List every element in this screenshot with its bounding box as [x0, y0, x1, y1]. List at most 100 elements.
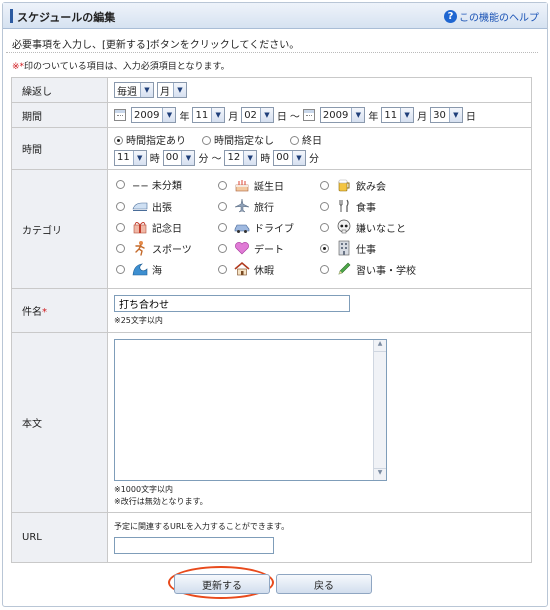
car-icon [234, 219, 250, 235]
chevron-down-icon: ▼ [259, 108, 273, 122]
category-option[interactable]: 食事 [320, 198, 376, 214]
end-month-value: 11 [384, 109, 398, 121]
category-option[interactable]: 仕事 [320, 240, 376, 256]
start-year-value: 2009 [134, 109, 160, 121]
beer-icon [336, 177, 352, 193]
start-day-select[interactable]: 02 ▼ [241, 107, 274, 123]
category-label: カテゴリ [11, 169, 108, 289]
chevron-down-icon: ▼ [291, 150, 305, 165]
start-minute-value: 00 [165, 152, 179, 163]
fork-knife-icon [336, 198, 352, 214]
radio-button [218, 264, 227, 274]
category-option-label: −− 未分類 [132, 181, 182, 192]
category-option[interactable]: 嫌いなこと [320, 219, 406, 235]
start-month-value: 11 [195, 109, 209, 121]
body-label: 本文 [11, 332, 108, 513]
runner-icon [132, 240, 148, 256]
time-option-allday[interactable]: 終日 [290, 132, 322, 147]
category-option-label: 仕事 [356, 244, 376, 256]
radio-button [320, 180, 329, 190]
radio-button [320, 222, 329, 232]
category-option[interactable]: 誕生日 [218, 177, 284, 193]
start-hour-value: 11 [117, 152, 130, 163]
scroll-up-arrow[interactable]: ▲ [374, 340, 386, 352]
category-option-label: 食事 [356, 202, 376, 214]
radio-button [116, 222, 125, 232]
category-option[interactable]: 飲み会 [320, 177, 386, 193]
category-option[interactable]: 旅行 [218, 198, 274, 214]
subject-input[interactable] [114, 295, 350, 312]
chevron-down-icon: ▼ [448, 108, 462, 122]
chevron-down-icon: ▼ [173, 83, 186, 97]
category-option[interactable]: 記念日 [116, 219, 182, 235]
house-icon [234, 261, 250, 277]
help-icon: ? [444, 10, 457, 23]
end-hour-select[interactable]: 12 ▼ [224, 149, 258, 166]
radio-button [202, 136, 211, 145]
radio-button [116, 201, 125, 211]
category-option-label: スポーツ [152, 244, 192, 256]
repeat-weekday-value: 月 [160, 86, 170, 98]
category-option-label: 記念日 [152, 223, 182, 235]
subject-label-text: 件名 [22, 307, 42, 318]
wave-icon [132, 261, 148, 277]
category-option-label: 嫌いなこと [356, 223, 406, 235]
heart-icon [234, 240, 250, 256]
range-tilde: ～ [289, 111, 300, 123]
start-month-select[interactable]: 11 ▼ [192, 107, 226, 123]
category-option-label: 習い事・学校 [356, 265, 416, 277]
start-day-value: 02 [244, 109, 257, 121]
category-option[interactable]: デート [218, 240, 284, 256]
category-option[interactable]: 海 [116, 261, 162, 277]
url-input[interactable] [114, 537, 274, 554]
radio-button [218, 222, 227, 232]
required-mark: * [42, 307, 47, 318]
radio-button [320, 201, 329, 211]
category-option-label: ドライブ [254, 223, 294, 235]
required-mark: ※* [12, 62, 25, 72]
subject-label: 件名* [11, 288, 108, 333]
category-option[interactable]: 習い事・学校 [320, 261, 416, 277]
gift-icon [132, 219, 148, 235]
calendar-icon[interactable] [302, 109, 315, 121]
end-year-select[interactable]: 2009 ▼ [319, 107, 366, 123]
scroll-down-arrow[interactable]: ▼ [374, 467, 386, 480]
end-month-select[interactable]: 11 ▼ [381, 107, 415, 123]
category-option-label: 誕生日 [254, 181, 284, 193]
end-hour-value: 12 [227, 152, 241, 163]
start-year-select[interactable]: 2009 ▼ [131, 107, 177, 123]
time-option-label: 時間指定あり [126, 135, 186, 147]
time-option-unspecified[interactable]: 時間指定なし [202, 132, 274, 147]
scrollbar[interactable]: ▲ ▼ [373, 339, 386, 480]
help-link[interactable]: ? この機能のヘルプ [444, 9, 539, 24]
calendar-icon[interactable] [114, 109, 126, 121]
start-minute-select[interactable]: 00 ▼ [162, 149, 196, 166]
category-option[interactable]: ドライブ [218, 219, 294, 235]
start-hour-select[interactable]: 11 ▼ [114, 149, 147, 166]
airplane-icon [234, 198, 250, 214]
end-minute-select[interactable]: 00 ▼ [273, 149, 306, 166]
repeat-weekday-select[interactable]: 月 ▼ [157, 82, 187, 98]
category-option[interactable]: 出張 [116, 198, 172, 214]
body-textarea[interactable]: ▲ ▼ [114, 338, 387, 481]
time-option-specified[interactable]: 時間指定あり [114, 132, 186, 147]
day-unit: 日 [276, 111, 287, 123]
radio-button [290, 136, 299, 145]
radio-button [218, 201, 227, 211]
end-year-value: 2009 [322, 109, 349, 121]
update-button[interactable]: 更新する [174, 574, 270, 594]
category-option[interactable]: スポーツ [116, 240, 192, 256]
back-button[interactable]: 戻る [276, 574, 372, 594]
url-note: 予定に関連するURLを入力することができます。 [114, 522, 290, 531]
body-hint-newline: ※改行は無効となります。 [114, 496, 208, 506]
category-option[interactable]: 休暇 [218, 261, 274, 277]
page-title: スケジュールの編集 [17, 11, 116, 24]
end-day-select[interactable]: 30 ▼ [430, 107, 463, 123]
category-option[interactable]: −− 未分類 [116, 177, 182, 192]
train-icon [132, 198, 148, 214]
required-note: ※*印のついている項目は、入力必須項目となります。 [12, 59, 230, 72]
repeat-frequency-select[interactable]: 毎週 ▼ [114, 82, 154, 98]
chevron-down-icon: ▼ [132, 150, 146, 165]
radio-button [320, 243, 329, 253]
chevron-down-icon: ▼ [351, 108, 365, 122]
